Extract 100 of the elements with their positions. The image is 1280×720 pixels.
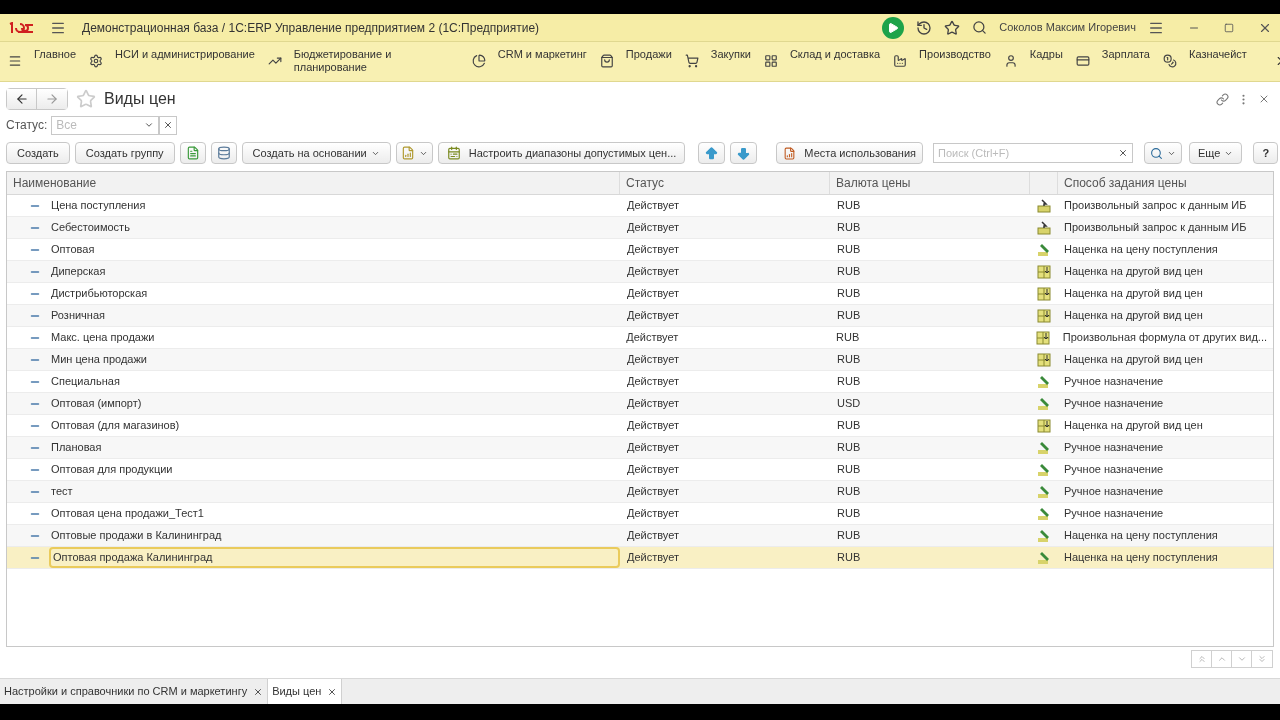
- maximize-icon[interactable]: [1224, 22, 1234, 33]
- section-item[interactable]: Производство: [893, 48, 991, 68]
- section-item[interactable]: НСИ и администрирование: [89, 48, 255, 68]
- link-icon[interactable]: [1216, 92, 1229, 106]
- history-icon[interactable]: [916, 19, 933, 36]
- table-cell-text: Оптовая для продукции: [50, 462, 174, 478]
- table-row[interactable]: Оптовые продажи в Калининград Действует RUB Наценка на цену поступления: [7, 525, 1273, 547]
- toolbar-button[interactable]: Создать: [6, 142, 70, 164]
- table-cell-text: Мин цена продажи: [50, 352, 148, 368]
- search-input[interactable]: Поиск (Ctrl+F): [934, 144, 1114, 162]
- document-arrow-icon: [1037, 198, 1051, 213]
- status-input[interactable]: Все: [52, 116, 141, 134]
- table-cell-text: Действует: [626, 264, 681, 280]
- table-row[interactable]: Диперская Действует RUB Наценка на другой вид цен: [7, 261, 1273, 283]
- search-button[interactable]: [1144, 142, 1182, 164]
- table-cell-text: Действует: [626, 528, 681, 544]
- calendar-range-icon: [446, 146, 461, 160]
- clear-button[interactable]: [159, 115, 178, 135]
- table-cell-text: RUB: [836, 550, 862, 566]
- star-icon[interactable]: [944, 19, 961, 36]
- table-cell-text: RUB: [836, 528, 862, 544]
- close-icon[interactable]: [253, 686, 264, 697]
- section-item[interactable]: Кадры: [1003, 48, 1063, 68]
- filter-label: Статус:: [6, 117, 48, 134]
- section-item[interactable]: CRM и маркетинг: [471, 48, 587, 68]
- table-row[interactable]: Оптовая продажа Калининград Действует RUB Наценка на цену поступления: [7, 547, 1273, 569]
- toolbar-button[interactable]: [730, 142, 758, 164]
- user-name[interactable]: Соколов Максим Игоревич: [999, 19, 1136, 36]
- back-button[interactable]: [7, 89, 37, 109]
- table-row[interactable]: Оптовая (импорт) Действует USD Ручное назначение: [7, 393, 1273, 415]
- pencil-icon: [1037, 550, 1051, 565]
- column-header[interactable]: Статус: [620, 172, 830, 194]
- toolbar-button[interactable]: [210, 142, 237, 164]
- table-cell-text: Ручное назначение: [1063, 506, 1165, 522]
- table-cell-text: Наценка на другой вид цен: [1063, 286, 1204, 302]
- toolbar-button[interactable]: [179, 142, 206, 164]
- table-cell-text: Наценка на другой вид цен: [1063, 352, 1204, 368]
- arrow-right-icon: [45, 92, 59, 106]
- pencil-icon: [1037, 374, 1051, 389]
- section-item[interactable]: Главное: [8, 48, 77, 68]
- table-cell-text: Действует: [626, 374, 681, 390]
- coins-icon: [1163, 54, 1177, 68]
- table-cell-text: Наценка на другой вид цен: [1063, 264, 1204, 280]
- table-cell-text: Ручное назначение: [1063, 462, 1165, 478]
- table-cell: Оптовая продажа Калининград: [49, 547, 620, 568]
- close-icon[interactable]: [327, 686, 338, 697]
- table-row[interactable]: Розничная Действует RUB Наценка на другой вид цен: [7, 305, 1273, 327]
- section-item[interactable]: Зарплата: [1075, 48, 1150, 68]
- table-cell-text: RUB: [836, 418, 862, 434]
- table-cell-text: Макс. цена продажи: [50, 330, 156, 346]
- section-item[interactable]: Продажи: [599, 48, 672, 68]
- play-button[interactable]: [882, 16, 905, 39]
- column-header[interactable]: Способ задания цены: [1058, 172, 1273, 194]
- close-icon[interactable]: [1258, 93, 1270, 105]
- open-tab[interactable]: Виды цен: [268, 679, 343, 704]
- document-plus-icon: [185, 146, 200, 160]
- table-cell-text: Действует: [626, 484, 681, 500]
- table-row[interactable]: тест Действует RUB Ручное назначение: [7, 481, 1273, 503]
- table-cell-text: Наценка на другой вид цен: [1063, 418, 1204, 434]
- status-field[interactable]: Все: [51, 115, 160, 135]
- cart-icon: [684, 54, 699, 68]
- table-arrow-icon: [1037, 286, 1051, 301]
- report-icon: [400, 146, 415, 160]
- toolbar-button[interactable]: Места использования: [776, 142, 923, 164]
- section-item[interactable]: Бюджетирование и планирование: [267, 48, 459, 74]
- list-icon: [216, 146, 231, 160]
- table-row[interactable]: Плановая Действует RUB Ручное назначение: [7, 437, 1273, 459]
- section-item[interactable]: Закупки: [684, 48, 751, 68]
- table-cell-text: Действует: [626, 550, 681, 566]
- more-button[interactable]: Еще: [1189, 142, 1243, 164]
- table-row[interactable]: Мин цена продажи Действует RUB Наценка на другой вид цен: [7, 349, 1273, 371]
- help-button[interactable]: ?: [1253, 142, 1279, 164]
- section-item[interactable]: Казначейст: [1163, 48, 1247, 68]
- down-icon: [1236, 654, 1247, 664]
- table-cell-text: Действует: [626, 286, 681, 302]
- column-header[interactable]: Валюта цены: [830, 172, 1030, 194]
- table-cell-text: Себестоимость: [50, 220, 131, 236]
- table-cell-text: Наценка на цену поступления: [1063, 528, 1219, 544]
- pencil-icon: [1037, 396, 1051, 411]
- table-row[interactable]: Себестоимость Действует RUB Произвольный запрос к данным ИБ: [7, 217, 1273, 239]
- table-arrow-icon: [1037, 418, 1051, 433]
- search-icon[interactable]: [972, 20, 988, 35]
- toolbar-button[interactable]: [698, 142, 726, 164]
- table-arrow-icon: [1037, 308, 1051, 323]
- report-icon: [783, 146, 797, 160]
- table-cell-text: Оптовая цена продажи_Тест1: [50, 506, 205, 522]
- table-arrow-icon: [1035, 330, 1050, 345]
- dropdown-icon[interactable]: [144, 120, 155, 130]
- column-header[interactable]: Наименование: [7, 172, 620, 194]
- table-arrow-icon: [1037, 264, 1051, 279]
- table-cell-text: Ручное назначение: [1063, 484, 1165, 500]
- toolbar-button[interactable]: Настроить диапазоны допустимых цен...: [437, 142, 686, 164]
- menu-icon: [8, 54, 22, 68]
- form-title: Виды цен: [104, 89, 176, 109]
- clear-icon[interactable]: [1118, 148, 1128, 158]
- toolbar-button[interactable]: [395, 142, 433, 164]
- toolbar-button[interactable]: Создать группу: [74, 142, 175, 164]
- search-field[interactable]: Поиск (Ctrl+F): [933, 143, 1133, 163]
- section-item[interactable]: Склад и доставка: [763, 48, 881, 68]
- toolbar-button[interactable]: Создать на основании: [241, 142, 391, 164]
